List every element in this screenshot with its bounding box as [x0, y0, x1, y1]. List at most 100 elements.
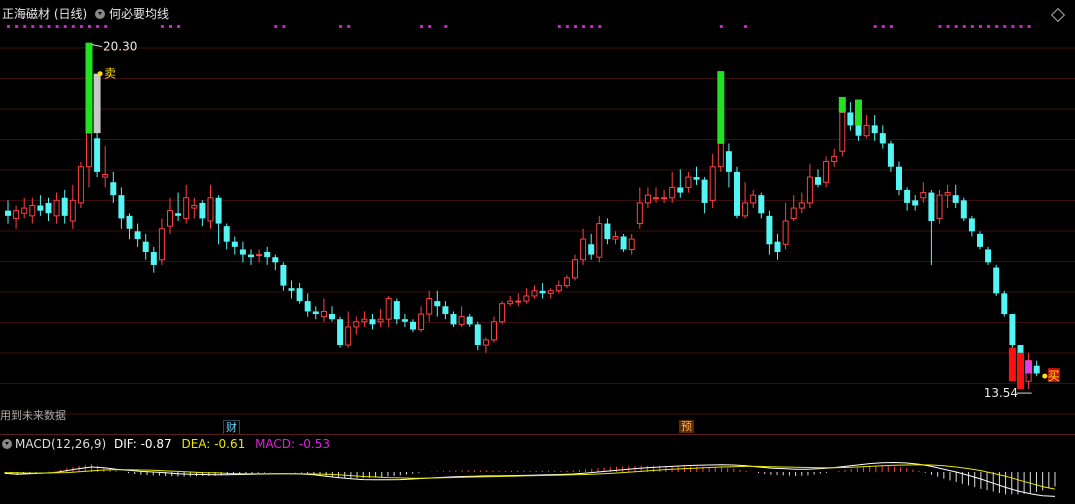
candle-body — [296, 288, 303, 302]
dif-label: DIF: — [113, 437, 137, 451]
candle-body — [118, 195, 125, 219]
signal-dot — [1011, 25, 1015, 28]
signal-bar-sell — [85, 42, 93, 134]
dropdown-icon[interactable] — [2, 439, 12, 449]
candle-body — [653, 197, 659, 200]
signal-dot — [970, 25, 974, 28]
candle-body — [677, 187, 684, 193]
signal-dot — [744, 25, 748, 28]
candle-body — [158, 228, 165, 261]
signal-dot — [63, 25, 67, 28]
candle-body — [466, 316, 473, 325]
signal-bar-sell — [717, 71, 725, 144]
dif-line — [4, 461, 1056, 497]
candle-body — [37, 205, 44, 211]
signal-dot — [71, 25, 75, 28]
candle-body — [580, 238, 587, 261]
candle-body — [312, 311, 319, 315]
signal-dot — [557, 25, 561, 28]
signal-dot — [889, 25, 893, 28]
candle-body — [94, 138, 101, 172]
candle-body — [774, 241, 781, 253]
candle-body — [21, 207, 28, 214]
candle-body — [588, 244, 595, 255]
candle-body — [248, 254, 254, 258]
candle-body — [628, 238, 635, 250]
candle-body — [725, 151, 732, 172]
kline-chart[interactable]: 20.30 卖 13.54 买 — [0, 0, 1075, 504]
candle-body — [272, 257, 279, 263]
signal-dot — [39, 25, 43, 28]
candle-body — [604, 223, 611, 240]
signal-dot — [104, 25, 108, 28]
candle-body — [126, 215, 133, 229]
candle-body — [29, 204, 36, 217]
buy-label: 买 — [1048, 369, 1060, 383]
candle-body — [539, 290, 546, 294]
candle-body — [264, 252, 271, 258]
candle-body — [377, 318, 384, 323]
macd-value: -0.53 — [298, 437, 330, 451]
sell-marker — [97, 71, 103, 77]
candle-body — [823, 161, 830, 183]
candle-body — [944, 192, 951, 196]
candle-body — [442, 306, 449, 315]
forecast-badge[interactable]: 预 — [679, 420, 694, 433]
candle-body — [5, 210, 11, 216]
candle-body — [952, 195, 959, 203]
candle-body — [304, 301, 311, 312]
candle-body — [717, 142, 724, 168]
candle-body — [150, 252, 157, 265]
stock-title: 正海磁材 (日线) — [2, 7, 88, 21]
candle-body — [887, 143, 894, 167]
candle-body — [936, 194, 943, 219]
signal-dot — [23, 25, 27, 28]
signal-dot — [160, 25, 164, 28]
candle-body — [418, 313, 425, 331]
signal-dot — [96, 25, 100, 28]
finance-badge[interactable]: 财 — [223, 420, 240, 435]
candle-body — [839, 111, 846, 152]
candle-body — [499, 303, 506, 323]
dea-value: -0.61 — [214, 437, 246, 451]
candle-body — [426, 298, 433, 315]
macd-header: MACD(12,26,9) DIF: -0.87 DEA: -0.61 MACD… — [2, 437, 330, 451]
candle-body — [183, 197, 190, 219]
signal-dot — [15, 25, 19, 28]
candle-body — [912, 200, 919, 206]
indicator-name[interactable]: 何必要均线 — [109, 7, 169, 21]
candle-body — [806, 176, 813, 204]
candle-body — [863, 124, 870, 137]
candle-body — [280, 264, 287, 286]
macd-label[interactable]: MACD(12,26,9) — [15, 437, 106, 451]
candle-body — [69, 199, 76, 222]
signal-dot — [954, 25, 958, 28]
candlestick-series — [5, 94, 1040, 389]
candle-body — [758, 195, 765, 214]
signal-dot — [79, 25, 83, 28]
signal-dot — [274, 25, 278, 28]
signal-dot — [582, 25, 586, 28]
signal-bar-buy_magenta — [1025, 360, 1033, 374]
signal-dots-row — [7, 25, 1031, 28]
high-price-label: 20.30 — [103, 40, 137, 54]
candle-body — [904, 189, 911, 203]
candle-body — [1033, 365, 1040, 374]
future-data-note: 用到未来数据 — [0, 409, 66, 422]
buy-marker — [1042, 373, 1048, 379]
candle-body — [563, 277, 570, 287]
panel-divider — [0, 434, 1075, 435]
signal-dot — [881, 25, 885, 28]
dropdown-icon[interactable] — [95, 9, 106, 19]
candle-body — [572, 259, 578, 279]
signal-dot — [7, 25, 10, 28]
signal-dot — [590, 25, 594, 28]
signal-dot — [428, 25, 432, 28]
signal-dot — [47, 25, 51, 28]
candle-body — [547, 290, 554, 294]
candle-body — [685, 176, 692, 188]
candle-body — [142, 241, 149, 253]
candle-body — [223, 226, 230, 242]
candle-body — [450, 314, 457, 325]
signal-dot — [995, 25, 999, 28]
